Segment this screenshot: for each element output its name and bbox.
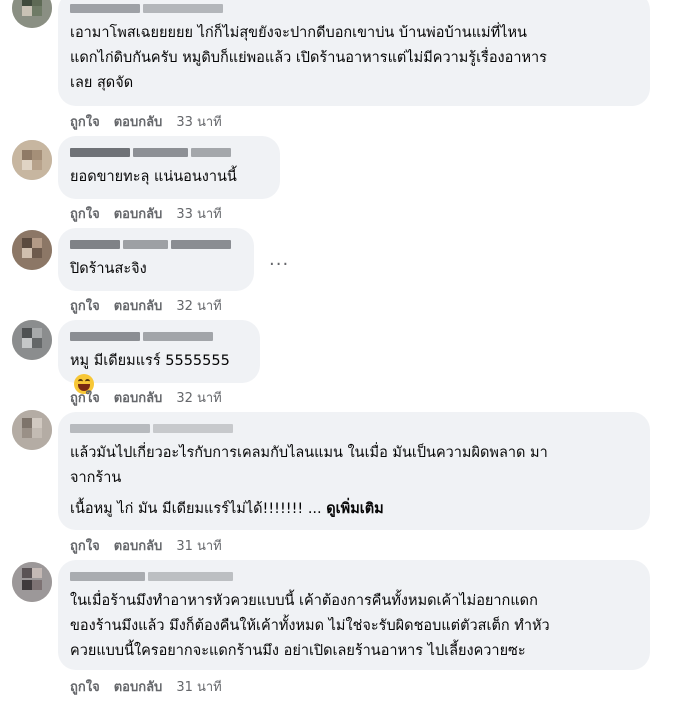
- comment-text-continued: เนื้อหมู ไก่ มัน มีเดียมแรร์ไม่ได้!!!!!!…: [70, 497, 638, 522]
- timestamp[interactable]: 32 นาที: [176, 295, 221, 316]
- avatar[interactable]: [12, 230, 52, 270]
- comment-actions: ถูกใจ ตอบกลับ 31 นาที: [70, 535, 222, 555]
- comment-text-second-paragraph: เนื้อหมู ไก่ มัน มีเดียมแรร์ไม่ได้!!!!!!…: [70, 501, 322, 517]
- comment-bubble: เอามาโพสเฉยยยยย ไก่ก็ไม่สุขยังจะปากดีบอก…: [58, 0, 650, 106]
- timestamp[interactable]: 31 นาที: [176, 535, 221, 556]
- avatar[interactable]: [12, 320, 52, 360]
- comment-actions: ถูกใจ ตอบกลับ 33 นาที: [70, 111, 222, 131]
- like-button[interactable]: ถูกใจ: [70, 535, 100, 556]
- timestamp[interactable]: 33 นาที: [176, 203, 221, 224]
- like-button[interactable]: ถูกใจ: [70, 387, 100, 408]
- reply-button[interactable]: ตอบกลับ: [114, 676, 163, 697]
- comment-bubble: หมู มีเดียมแรร์ 5555555: [58, 320, 260, 394]
- comment-actions: ถูกใจ ตอบกลับ 32 นาที: [70, 387, 222, 407]
- comment-text: ในเมื่อร้านมึงทำอาหารหัวควยแบบนี้ เค้าต้…: [70, 593, 550, 659]
- like-button[interactable]: ถูกใจ: [70, 203, 100, 224]
- comment-bubble: ปิดร้านสะจิง: [58, 228, 254, 291]
- blurred-author-name[interactable]: [70, 144, 268, 160]
- timestamp[interactable]: 33 นาที: [176, 111, 221, 132]
- comment-text: แล้วมันไปเกี่ยวอะไรกับการเคลมกับไลนแมน ใ…: [70, 445, 548, 486]
- avatar[interactable]: [12, 410, 52, 450]
- comment-text: เอามาโพสเฉยยยยย ไก่ก็ไม่สุขยังจะปากดีบอก…: [70, 25, 547, 91]
- comment-text: ยอดขายทะลุ แน่นอนงานนี้: [70, 169, 237, 185]
- blurred-author-name[interactable]: [70, 568, 638, 584]
- reply-button[interactable]: ตอบกลับ: [114, 535, 163, 556]
- comment-actions: ถูกใจ ตอบกลับ 31 นาที: [70, 676, 222, 696]
- reply-button[interactable]: ตอบกลับ: [114, 387, 163, 408]
- comment-bubble: ในเมื่อร้านมึงทำอาหารหัวควยแบบนี้ เค้าต้…: [58, 560, 650, 670]
- reply-button[interactable]: ตอบกลับ: [114, 295, 163, 316]
- timestamp[interactable]: 31 นาที: [176, 676, 221, 697]
- reply-button[interactable]: ตอบกลับ: [114, 203, 163, 224]
- timestamp[interactable]: 32 นาที: [176, 387, 221, 408]
- comment-bubble: ยอดขายทะลุ แน่นอนงานนี้: [58, 136, 280, 199]
- comment-actions: ถูกใจ ตอบกลับ 33 นาที: [70, 203, 222, 223]
- see-more-link[interactable]: ดูเพิ่มเติม: [326, 501, 383, 517]
- blurred-author-name[interactable]: [70, 236, 242, 252]
- reply-button[interactable]: ตอบกลับ: [114, 111, 163, 132]
- blurred-author-name[interactable]: [70, 420, 638, 436]
- like-button[interactable]: ถูกใจ: [70, 111, 100, 132]
- comment-actions: ถูกใจ ตอบกลับ 32 นาที: [70, 295, 222, 315]
- more-options-icon[interactable]: ...: [269, 251, 289, 269]
- comment-text: ปิดร้านสะจิง: [70, 261, 147, 277]
- like-button[interactable]: ถูกใจ: [70, 676, 100, 697]
- blurred-author-name[interactable]: [70, 0, 638, 16]
- avatar[interactable]: [12, 140, 52, 180]
- avatar[interactable]: [12, 0, 52, 28]
- like-button[interactable]: ถูกใจ: [70, 295, 100, 316]
- blurred-author-name[interactable]: [70, 328, 248, 344]
- avatar[interactable]: [12, 562, 52, 602]
- comment-bubble: แล้วมันไปเกี่ยวอะไรกับการเคลมกับไลนแมน ใ…: [58, 412, 650, 530]
- comment-text-body: หมู มีเดียมแรร์ 5555555: [70, 353, 230, 369]
